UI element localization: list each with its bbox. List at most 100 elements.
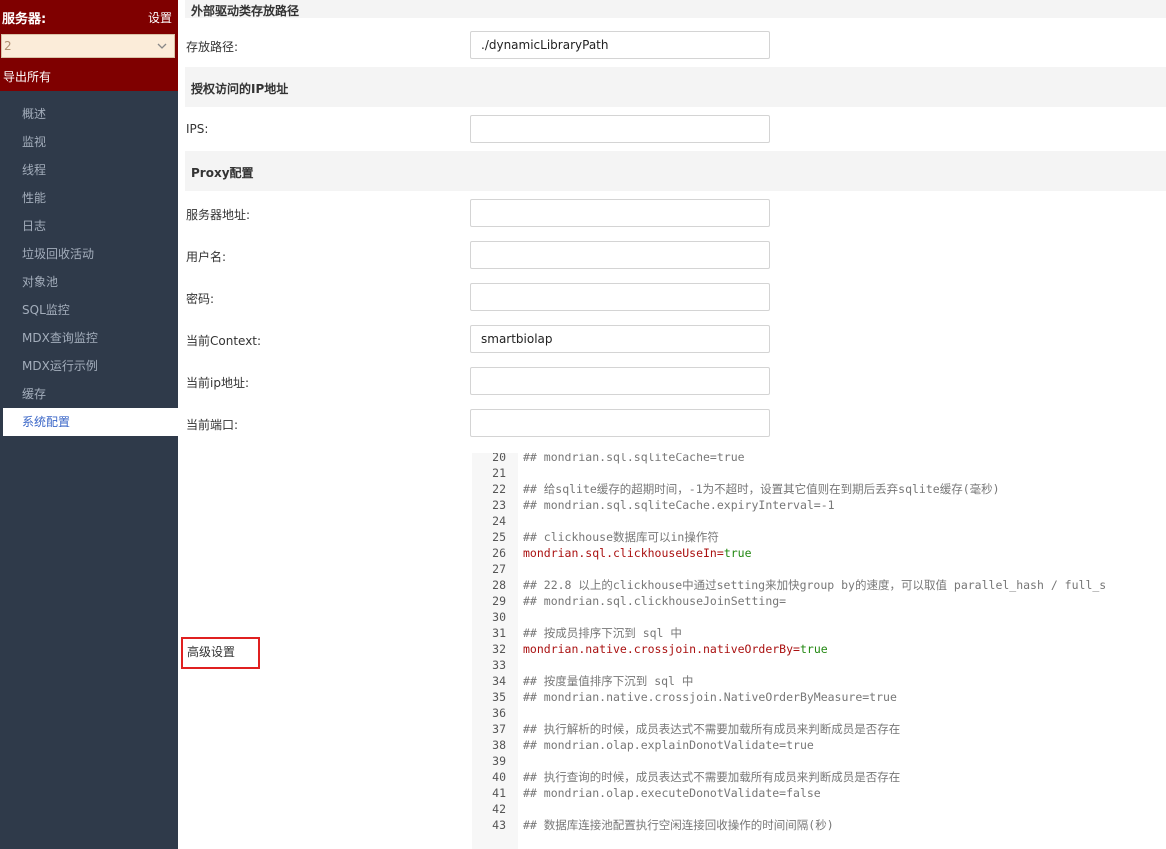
export-all-link[interactable]: 导出所有 <box>3 68 51 85</box>
code-line: 28 ## 22.8 以上的clickhouse中通过setting来加快grou… <box>472 577 1166 593</box>
code-comment: ## mondrian.native.crossjoin.NativeOrder… <box>523 690 897 704</box>
context-label: 当前Context: <box>186 334 262 348</box>
code-lines: 20 ## mondrian.sql.sqliteCache=true 21 22 ##… <box>472 453 1166 833</box>
line-number: 29 <box>492 594 506 608</box>
advanced-settings-label[interactable]: 高级设置 <box>181 637 260 669</box>
code-line: 31 ## 按成员排序下沉到 sql 中 <box>472 625 1166 641</box>
section-header-external-driver: 外部驱动类存放路径 <box>185 0 1166 18</box>
property-key: mondrian.sql.clickhouseUseIn <box>523 546 717 560</box>
server-label: 服务器: <box>2 12 47 27</box>
current-port-input[interactable] <box>470 409 770 437</box>
settings-link[interactable]: 设置 <box>148 9 172 26</box>
code-comment: ## 22.8 以上的clickhouse中通过setting来加快group … <box>523 578 1107 592</box>
code-line: 23 ## mondrian.sql.sqliteCache.expiryInte… <box>472 497 1166 513</box>
code-comment: ## clickhouse数据库可以in操作符 <box>523 530 719 544</box>
line-number: 27 <box>492 562 506 576</box>
code-line: 20 ## mondrian.sql.sqliteCache=true <box>472 453 1166 465</box>
sidebar-item-overview[interactable]: 概述 <box>0 100 178 128</box>
code-comment: ## 执行解析的时候，成员表达式不需要加载所有成员来判断成员是否存在 <box>523 722 901 736</box>
code-line: 42 <box>472 801 1166 817</box>
line-number: 20 <box>492 453 506 464</box>
sidebar-item-threads[interactable]: 线程 <box>0 156 178 184</box>
sidebar-item-performance[interactable]: 性能 <box>0 184 178 212</box>
current-ip-input[interactable] <box>470 367 770 395</box>
property-value: true <box>799 642 828 656</box>
code-line: 38 ## mondrian.olap.explainDonotValidate=… <box>472 737 1166 753</box>
sidebar-nav: 概述 监视 线程 性能 日志 垃圾回收活动 对象池 SQL监控 MDX查询监控 … <box>0 100 178 436</box>
code-line: 26 mondrian.sql.clickhouseUseIn=true <box>472 545 1166 561</box>
line-number: 24 <box>492 514 506 528</box>
code-line: 21 <box>472 465 1166 481</box>
code-comment: ## mondrian.sql.sqliteCache=true <box>523 453 745 464</box>
code-line: 40 ## 执行查询的时候，成员表达式不需要加载所有成员来判断成员是否存在 <box>472 769 1166 785</box>
storage-path-input[interactable] <box>470 31 770 59</box>
line-number: 35 <box>492 690 506 704</box>
line-number: 25 <box>492 530 506 544</box>
storage-path-label: 存放路径: <box>186 40 239 54</box>
server-select-value: 2 <box>4 39 12 53</box>
line-number: 28 <box>492 578 506 592</box>
chevron-down-icon <box>157 43 167 49</box>
line-number: 37 <box>492 722 506 736</box>
server-address-input[interactable] <box>470 199 770 227</box>
username-label: 用户名: <box>186 250 227 264</box>
context-input[interactable] <box>470 325 770 353</box>
line-number: 43 <box>492 818 506 832</box>
code-line: 35 ## mondrian.native.crossjoin.NativeOrd… <box>472 689 1166 705</box>
line-number: 21 <box>492 466 506 480</box>
section-title: 外部驱动类存放路径 <box>191 4 300 18</box>
code-comment: ## mondrian.olap.explainDonotValidate=tr… <box>523 738 814 752</box>
current-ip-label: 当前ip地址: <box>186 376 249 390</box>
line-number: 34 <box>492 674 506 688</box>
sidebar-item-mdx-query-monitor[interactable]: MDX查询监控 <box>0 324 178 352</box>
line-number: 40 <box>492 770 506 784</box>
code-comment: ## 执行查询的时候，成员表达式不需要加载所有成员来判断成员是否存在 <box>523 770 901 784</box>
code-line: 39 <box>472 753 1166 769</box>
section-title: 授权访问的IP地址 <box>191 82 289 96</box>
line-number: 36 <box>492 706 506 720</box>
line-number: 33 <box>492 658 506 672</box>
server-address-label: 服务器地址: <box>186 208 251 222</box>
sidebar-item-mdx-examples[interactable]: MDX运行示例 <box>0 352 178 380</box>
line-number: 30 <box>492 610 506 624</box>
code-line: 36 <box>472 705 1166 721</box>
server-header: 服务器: 设置 2 导出所有 <box>0 0 178 91</box>
code-property: mondrian.native.crossjoin.nativeOrderBy=… <box>523 642 828 656</box>
property-key: mondrian.native.crossjoin.nativeOrderBy <box>523 642 794 656</box>
code-comment: ## mondrian.sql.sqliteCache.expiryInterv… <box>523 498 835 512</box>
sidebar-item-logs[interactable]: 日志 <box>0 212 178 240</box>
sidebar-item-system-config[interactable]: 系统配置 <box>3 408 178 436</box>
code-line: 30 <box>472 609 1166 625</box>
code-line: 27 <box>472 561 1166 577</box>
code-comment: ## 按度量值排序下沉到 sql 中 <box>523 674 694 688</box>
code-comment: ## 按成员排序下沉到 sql 中 <box>523 626 682 640</box>
password-input[interactable] <box>470 283 770 311</box>
config-code-editor[interactable]: 20 ## mondrian.sql.sqliteCache=true 21 22 ##… <box>472 453 1166 849</box>
ips-input[interactable] <box>470 115 770 143</box>
line-number: 41 <box>492 786 506 800</box>
password-label: 密码: <box>186 292 215 306</box>
sidebar: 服务器: 设置 2 导出所有 概述 监视 线程 性能 日志 垃圾回收活动 对象池… <box>0 0 178 849</box>
main-content: 外部驱动类存放路径 存放路径: 授权访问的IP地址 IPS: Proxy配置 服… <box>178 0 1166 849</box>
section-header-ip: 授权访问的IP地址 <box>185 67 1166 107</box>
sidebar-item-sql-monitor[interactable]: SQL监控 <box>0 296 178 324</box>
sidebar-item-object-pool[interactable]: 对象池 <box>0 268 178 296</box>
line-number: 22 <box>492 482 506 496</box>
code-line: 29 ## mondrian.sql.clickhouseJoinSetting= <box>472 593 1166 609</box>
code-comment: ## mondrian.sql.clickhouseJoinSetting= <box>523 594 787 608</box>
sidebar-item-gc-activity[interactable]: 垃圾回收活动 <box>0 240 178 268</box>
code-comment: ## 数据库连接池配置执行空闲连接回收操作的时间间隔(秒) <box>523 818 834 832</box>
sidebar-item-cache[interactable]: 缓存 <box>0 380 178 408</box>
section-header-proxy: Proxy配置 <box>185 151 1166 191</box>
code-line: 37 ## 执行解析的时候，成员表达式不需要加载所有成员来判断成员是否存在 <box>472 721 1166 737</box>
server-select[interactable]: 2 <box>1 34 175 58</box>
code-line: 24 <box>472 513 1166 529</box>
sidebar-item-monitor[interactable]: 监视 <box>0 128 178 156</box>
username-input[interactable] <box>470 241 770 269</box>
code-line: 33 <box>472 657 1166 673</box>
code-line: 43 ## 数据库连接池配置执行空闲连接回收操作的时间间隔(秒) <box>472 817 1166 833</box>
line-number: 31 <box>492 626 506 640</box>
line-number: 32 <box>492 642 506 656</box>
code-line: 22 ## 给sqlite缓存的超期时间，-1为不超时，设置其它值则在到期后丢弃s… <box>472 481 1166 497</box>
ips-label: IPS: <box>186 122 209 136</box>
